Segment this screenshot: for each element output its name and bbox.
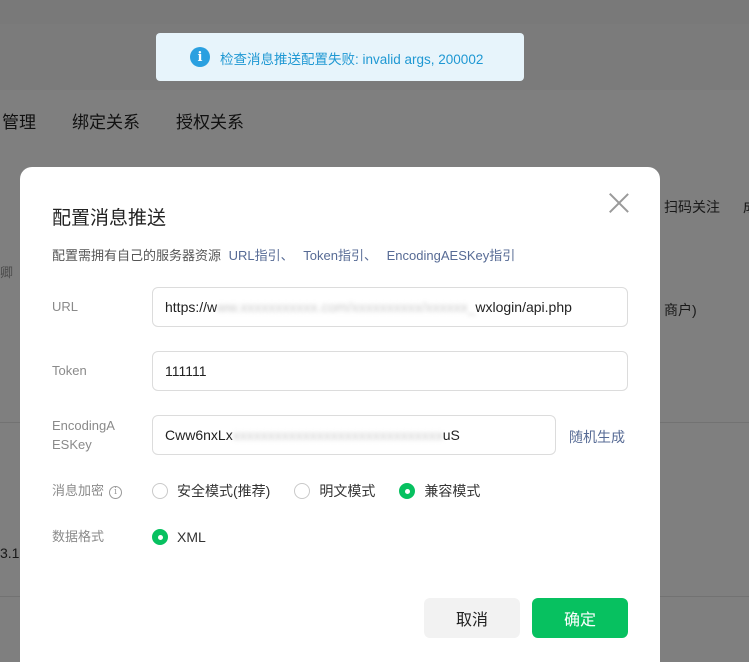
- aeskey-value-prefix: Cww6nxLx: [165, 427, 233, 443]
- encryption-label: 消息加密 i: [52, 481, 123, 500]
- format-radio-group: XML: [152, 529, 230, 545]
- dialog-title: 配置消息推送: [52, 208, 167, 229]
- radio-safe-mode[interactable]: 安全模式(推荐): [152, 481, 270, 501]
- encryption-radio-group: 安全模式(推荐) 明文模式 兼容模式: [152, 481, 504, 501]
- radio-icon: [294, 483, 311, 499]
- toast-message: 检查消息推送配置失败: invalid args, 200002: [220, 52, 484, 67]
- radio-checked-icon: [152, 529, 168, 545]
- token-guide-link[interactable]: Token指引: [303, 248, 364, 263]
- url-label: URL: [52, 299, 79, 314]
- radio-label: XML: [177, 529, 206, 545]
- radio-label: 明文模式: [319, 483, 376, 499]
- info-circle-icon[interactable]: i: [109, 486, 123, 499]
- aeskey-label-line1: EncodingA: [52, 418, 115, 433]
- radio-compatible-mode[interactable]: 兼容模式: [399, 481, 480, 501]
- config-dialog: 配置消息推送 配置需拥有自己的服务器资源 URL指引、 Token指引、 Enc…: [20, 167, 660, 662]
- url-value-blurred: ww.xxxxxxxxxxx.com/xxxxxxxxxx/xxxxxx_: [217, 299, 476, 315]
- aeskey-input[interactable]: Cww6nxLx xxxxxxxxxxxxxxxxxxxxxxxxxxxxxx uS: [152, 415, 556, 455]
- aeskey-label: EncodingA ESKey: [52, 416, 115, 454]
- radio-xml[interactable]: XML: [152, 529, 206, 545]
- info-icon: i: [190, 47, 210, 67]
- url-value-prefix: https://w: [165, 299, 218, 315]
- aeskey-guide-link[interactable]: EncodingAESKey指引: [387, 248, 516, 263]
- random-generate-link[interactable]: 随机生成: [569, 427, 625, 447]
- radio-label: 安全模式(推荐): [177, 483, 271, 499]
- aeskey-label-line2: ESKey: [52, 437, 92, 452]
- radio-checked-icon: [399, 483, 416, 499]
- url-guide-link[interactable]: URL指引: [229, 248, 281, 263]
- format-label: 数据格式: [52, 529, 105, 544]
- url-value-suffix: wxlogin/api.php: [475, 299, 572, 315]
- encryption-label-text: 消息加密: [52, 483, 105, 498]
- error-toast: i 检查消息推送配置失败: invalid args, 200002: [156, 33, 524, 81]
- cancel-button[interactable]: 取消: [424, 598, 520, 638]
- url-input[interactable]: https://w ww.xxxxxxxxxxx.com/xxxxxxxxxx/x…: [152, 287, 628, 327]
- token-input[interactable]: 111111: [152, 351, 628, 391]
- description-text: 配置需拥有自己的服务器资源: [52, 248, 222, 263]
- aeskey-value-suffix: uS: [442, 427, 460, 443]
- radio-label: 兼容模式: [424, 483, 481, 499]
- radio-icon: [152, 483, 168, 499]
- separator: 、: [280, 248, 294, 263]
- separator: 、: [364, 248, 378, 263]
- token-value: 111111: [165, 363, 207, 379]
- confirm-button[interactable]: 确定: [532, 598, 628, 638]
- dialog-description: 配置需拥有自己的服务器资源 URL指引、 Token指引、 EncodingAE…: [52, 245, 515, 264]
- token-label: Token: [52, 363, 87, 378]
- close-icon[interactable]: [608, 192, 630, 214]
- aeskey-value-blurred: xxxxxxxxxxxxxxxxxxxxxxxxxxxxxx: [232, 427, 443, 443]
- radio-plain-mode[interactable]: 明文模式: [294, 481, 375, 501]
